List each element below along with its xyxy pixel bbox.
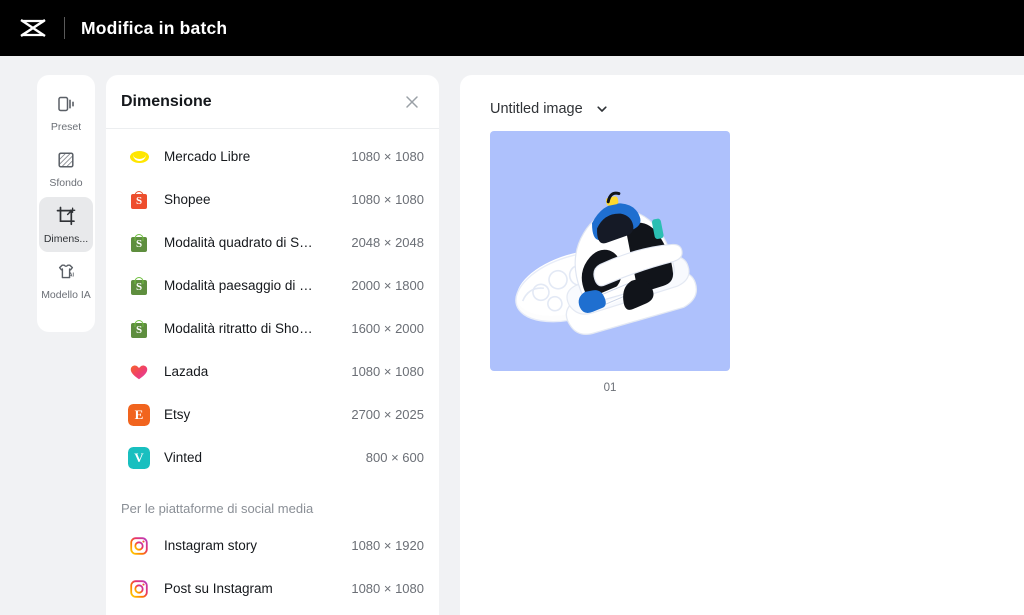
list-item-dimension: 1080 × 1080 (351, 192, 424, 207)
sidebar-item-label: Preset (50, 121, 82, 133)
list-item-label: Modalità paesaggio di … (164, 278, 313, 293)
list-item-label: Shopee (164, 192, 211, 207)
shopify-icon: S (128, 275, 150, 297)
thumbnail-wrapper: 01 (460, 117, 730, 394)
sidebar-item-sfondo[interactable]: Sfondo (39, 141, 93, 196)
list-item-label: Etsy (164, 407, 191, 422)
list-item-label: Modalità quadrato di S… (164, 235, 313, 250)
sneakers-illustration (515, 191, 698, 335)
list-item-dimension: 1600 × 2000 (351, 321, 424, 336)
shopee-icon: S (128, 189, 150, 211)
list-item[interactable]: E Etsy 2700 × 2025 (106, 393, 439, 436)
list-item-label: Mercado Libre (164, 149, 251, 164)
list-item-label: Vinted (164, 450, 203, 465)
list-item[interactable]: Post su Instagram 1080 × 1080 (106, 567, 439, 610)
instagram-icon (128, 535, 150, 557)
list-item[interactable]: Lazada 1080 × 1080 (106, 350, 439, 393)
sidebar-item-label: Sfondo (49, 177, 83, 189)
list-item[interactable]: S Modalità paesaggio di … 2000 × 1800 (106, 264, 439, 307)
list-item-dimension: 1080 × 1080 (351, 581, 424, 596)
panel-title: Dimensione (121, 92, 212, 110)
list-item-label: Lazada (164, 364, 209, 379)
list-item-dimension: 1080 × 1080 (351, 149, 424, 164)
shopify-icon: S (128, 318, 150, 340)
list-item-label: Instagram story (164, 538, 258, 553)
list-item[interactable]: V Vinted 800 × 600 (106, 436, 439, 479)
list-item[interactable]: S Shopee 1080 × 1080 (106, 178, 439, 221)
list-item-label: Post su Instagram (164, 581, 273, 596)
app-root: Modifica in batch Preset Sfondo Dimens..… (0, 0, 1024, 615)
list-item-dimension: 2000 × 1800 (351, 278, 424, 293)
list-item[interactable]: S Modalità quadrato di S… 2048 × 2048 (106, 221, 439, 264)
image-thumbnail[interactable] (490, 131, 730, 371)
logo-divider (64, 17, 65, 39)
list-item-dimension: 2048 × 2048 (351, 235, 424, 250)
image-selector[interactable]: Untitled image (460, 75, 1024, 117)
sidebar-item-preset[interactable]: Preset (39, 85, 93, 140)
ai-shirt-icon: AI (54, 260, 78, 284)
list-item-label: Modalità ritratto di Sho… (164, 321, 313, 336)
list-item-dimension: 1080 × 1080 (351, 364, 424, 379)
chevron-down-icon[interactable] (595, 102, 609, 116)
lazada-icon (128, 361, 150, 383)
dimension-panel: Dimensione Mercado Libre 1080 × 1080 S S… (106, 75, 439, 615)
dimension-list: Mercado Libre 1080 × 1080 S Shopee 1080 … (106, 129, 439, 610)
sidebar-item-label: Dimens... (43, 233, 89, 245)
list-item[interactable]: Mercado Libre 1080 × 1080 (106, 135, 439, 178)
top-bar: Modifica in batch (0, 0, 1024, 56)
sidebar-item-label: Modello IA (41, 289, 91, 301)
list-item-dimension: 800 × 600 (365, 450, 424, 465)
social-section-heading: Per le piattaforme di social media (121, 501, 314, 516)
image-title: Untitled image (490, 101, 583, 117)
left-rail: Preset Sfondo Dimens... AI Modello IA (37, 75, 95, 332)
capcut-logo-icon[interactable] (16, 11, 50, 45)
dimension-panel-header: Dimensione (106, 75, 439, 129)
list-item-dimension: 2700 × 2025 (351, 407, 424, 422)
backdrop-icon (54, 148, 78, 172)
page-title: Modifica in batch (81, 17, 228, 38)
crop-icon (54, 204, 78, 228)
svg-text:AI: AI (69, 272, 75, 278)
thumbnail-caption: 01 (603, 382, 617, 394)
mercado-libre-icon (128, 145, 150, 168)
list-item[interactable]: Instagram story 1080 × 1920 (106, 524, 439, 567)
list-item-dimension: 1080 × 1920 (351, 538, 424, 553)
sidebar-item-modello-ia[interactable]: AI Modello IA (39, 253, 93, 308)
shopify-icon: S (128, 232, 150, 254)
canvas-panel: Untitled image 01 (460, 75, 1024, 615)
etsy-icon: E (128, 403, 150, 426)
close-icon[interactable] (401, 91, 423, 113)
list-item[interactable]: S Modalità ritratto di Sho… 1600 × 2000 (106, 307, 439, 350)
instagram-icon (128, 578, 150, 600)
vinted-icon: V (128, 446, 150, 469)
preset-icon (54, 92, 78, 116)
sidebar-item-dimensione[interactable]: Dimens... (39, 197, 93, 252)
